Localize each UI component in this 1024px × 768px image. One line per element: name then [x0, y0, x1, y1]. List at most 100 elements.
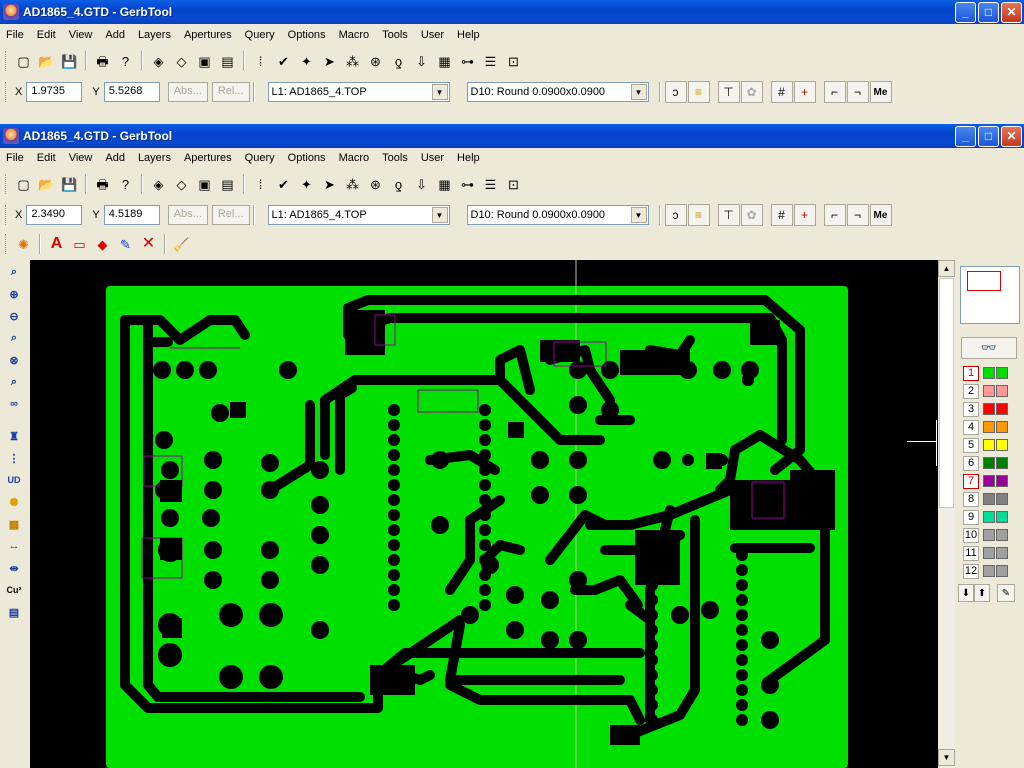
layer-color-swatch[interactable]	[996, 385, 1008, 397]
download-icon[interactable]: ⇩	[411, 51, 432, 72]
arrow-down-icon[interactable]: ⬇	[958, 584, 974, 602]
display-icon[interactable]: ▣	[194, 51, 215, 72]
sweep-icon[interactable]: 🧹	[171, 234, 192, 255]
menu-macro[interactable]: Macro	[333, 29, 377, 41]
menu-add[interactable]: Add	[99, 152, 132, 164]
scroll-thumb[interactable]	[939, 278, 954, 508]
layer-color-swatch[interactable]	[983, 511, 995, 523]
y-coord-field[interactable]: 5.5268	[103, 82, 160, 102]
pcb-artwork[interactable]	[30, 260, 938, 768]
copper-icon[interactable]: Cu²	[3, 580, 25, 600]
connect-icon[interactable]: ⊶	[457, 51, 478, 72]
origin-icon[interactable]: +	[793, 81, 816, 103]
layer-stack-icon[interactable]: ☰	[480, 51, 501, 72]
layer-number[interactable]: 12	[963, 563, 979, 579]
corner-right-icon[interactable]: ¬	[846, 81, 869, 103]
pcb-canvas[interactable]	[30, 260, 938, 768]
menu-options[interactable]: Options	[282, 29, 333, 41]
layer-color-swatch[interactable]	[996, 457, 1008, 469]
layer-row[interactable]: 2	[963, 382, 1008, 400]
merge-icon[interactable]: ⇹	[3, 558, 25, 578]
layer-row[interactable]: 11	[963, 544, 1008, 562]
layer-color-swatch[interactable]	[996, 493, 1008, 505]
layer-row[interactable]: 9	[963, 508, 1008, 526]
arrow-up-icon[interactable]: ⬆	[974, 584, 990, 602]
route-icon[interactable]: ➤	[319, 174, 340, 195]
new-file-icon[interactable]: ▢	[13, 174, 34, 195]
new-file-icon[interactable]: ▢	[13, 51, 34, 72]
download-icon[interactable]: ⇩	[411, 174, 432, 195]
layer-color-swatch[interactable]	[983, 565, 995, 577]
layer-number[interactable]: 2	[963, 383, 979, 399]
edit-pen-icon[interactable]: ✎	[115, 234, 136, 255]
layer-number[interactable]: 11	[963, 545, 979, 561]
aperture-select[interactable]: D10: Round 0.0900x0.0900 ▼	[466, 205, 649, 225]
maximize-button[interactable]: □	[978, 125, 999, 147]
close-button[interactable]: ✕	[1001, 1, 1022, 23]
pad-icon[interactable]: ⁂	[342, 174, 363, 195]
menu-file[interactable]: File	[0, 152, 31, 164]
pen-icon[interactable]: ✎	[997, 584, 1015, 602]
menu-view[interactable]: View	[63, 152, 100, 164]
netlist-icon[interactable]: ⊛	[365, 51, 386, 72]
menu-tools[interactable]: Tools	[376, 29, 415, 41]
layer-color-swatch[interactable]	[983, 547, 995, 559]
layer-number[interactable]: 10	[963, 527, 979, 543]
layer-row[interactable]: 12	[963, 562, 1008, 580]
close-button[interactable]: ✕	[1001, 125, 1022, 147]
y-coord-field[interactable]: 4.5189	[103, 205, 160, 225]
layer-row[interactable]: 7	[963, 472, 1008, 490]
layers-stack-icon[interactable]: ◇	[171, 174, 192, 195]
rel-button[interactable]: Rel...	[211, 82, 250, 102]
select-icon[interactable]: ⊡	[503, 174, 524, 195]
gray-snap-icon[interactable]: ✿	[740, 81, 763, 103]
print-icon[interactable]: 🖶	[92, 51, 113, 72]
menu-tools[interactable]: Tools	[376, 152, 415, 164]
layer-color-swatch[interactable]	[996, 367, 1008, 379]
abs-button[interactable]: Abs...	[167, 205, 208, 225]
layer-select[interactable]: L1: AD1865_4.TOP ▼	[267, 205, 450, 225]
menu-file[interactable]: File	[0, 29, 31, 41]
drc-check-icon[interactable]: ✔	[273, 174, 294, 195]
save-icon[interactable]: 💾	[59, 174, 80, 195]
pattern-icon[interactable]: ▦	[434, 174, 455, 195]
snap-icon[interactable]: ⊤	[717, 204, 740, 226]
layer-color-swatch[interactable]	[983, 403, 995, 415]
menu-query[interactable]: Query	[239, 152, 282, 164]
layer-colors-icon[interactable]: ≡	[687, 204, 710, 226]
drc-check-icon[interactable]: ✔	[273, 51, 294, 72]
layer-color-swatch[interactable]	[983, 493, 995, 505]
layer-color-swatch[interactable]	[996, 475, 1008, 487]
query-icon[interactable]: ƍ	[388, 51, 409, 72]
menu-apertures[interactable]: Apertures	[178, 29, 239, 41]
grid-dots-icon[interactable]: ⁞	[250, 51, 271, 72]
menu-layers[interactable]: Layers	[132, 152, 178, 164]
layer-color-swatch[interactable]	[983, 385, 995, 397]
zoom-out-icon[interactable]: ⊖	[3, 306, 25, 326]
rel-button[interactable]: Rel...	[211, 205, 250, 225]
snap-icon[interactable]: ⊤	[717, 81, 740, 103]
layer-color-swatch[interactable]	[983, 457, 995, 469]
layer-number[interactable]: 4	[963, 419, 979, 435]
layer-color-swatch[interactable]	[996, 529, 1008, 541]
menu-query[interactable]: Query	[239, 29, 282, 41]
glasses-icon[interactable]: 👓	[961, 337, 1017, 359]
layer-color-swatch[interactable]	[996, 511, 1008, 523]
menu-help[interactable]: Help	[451, 152, 487, 164]
trace-icon[interactable]: ↄ	[664, 204, 687, 226]
vertical-scrollbar[interactable]: ▲ ▼	[938, 260, 955, 768]
layer-row[interactable]: 10	[963, 526, 1008, 544]
layer-row[interactable]: 6	[963, 454, 1008, 472]
minimize-button[interactable]: _	[955, 1, 976, 23]
open-folder-icon[interactable]: 📂	[36, 174, 57, 195]
layer-colors-icon[interactable]: ≡	[687, 81, 710, 103]
trace-icon[interactable]: ↄ	[664, 81, 687, 103]
open-folder-icon[interactable]: 📂	[36, 51, 57, 72]
layer-color-swatch[interactable]	[996, 403, 1008, 415]
grid-dots-icon[interactable]: ⁞	[250, 174, 271, 195]
undo-icon[interactable]: UD	[3, 470, 25, 490]
front-window-titlebar[interactable]: AD1865_4.GTD - GerbTool _ □ ✕	[0, 124, 1024, 148]
layer-row[interactable]: 8	[963, 490, 1008, 508]
layer-color-swatch[interactable]	[983, 475, 995, 487]
corner-left-icon[interactable]: ⌐	[823, 204, 846, 226]
